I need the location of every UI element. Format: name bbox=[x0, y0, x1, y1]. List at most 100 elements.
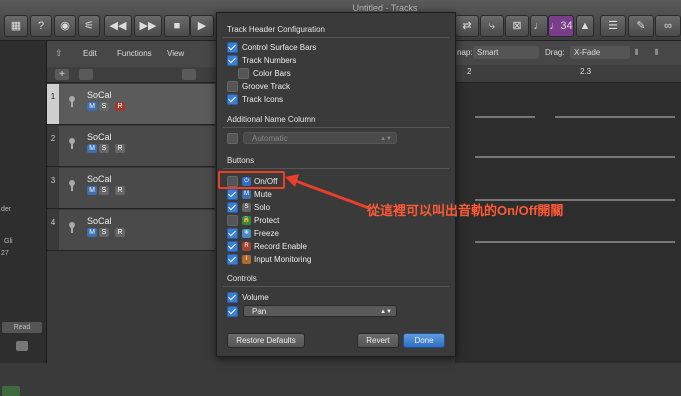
region[interactable] bbox=[475, 156, 675, 158]
loops-button[interactable]: ∞ bbox=[655, 15, 681, 37]
done-button[interactable]: Done bbox=[403, 333, 445, 348]
checkbox[interactable] bbox=[227, 93, 238, 105]
microphone-icon bbox=[65, 220, 79, 234]
divider bbox=[223, 37, 449, 38]
track-number: 4 bbox=[47, 210, 59, 250]
option-solo[interactable]: S Solo bbox=[227, 201, 270, 213]
track-row[interactable]: 1 SoCal M S R bbox=[47, 84, 215, 125]
record-button[interactable]: R bbox=[115, 186, 125, 195]
rewind-button[interactable]: ◀◀ bbox=[104, 15, 132, 37]
option-freeze[interactable]: ❄ Freeze bbox=[227, 227, 279, 239]
microphone-icon bbox=[65, 136, 79, 150]
replace-button[interactable]: ⤷ bbox=[480, 15, 504, 37]
notepad-button[interactable]: ✎ bbox=[628, 15, 654, 37]
play-button[interactable]: ▶ bbox=[190, 15, 214, 37]
region[interactable] bbox=[475, 116, 535, 118]
divider bbox=[223, 127, 449, 128]
track-row[interactable]: 3 SoCal M S R bbox=[47, 168, 215, 209]
zoom-horizontal-icon[interactable]: ⫴ bbox=[655, 48, 658, 58]
forward-button[interactable]: ▶▶ bbox=[134, 15, 162, 37]
section-title: Buttons bbox=[227, 156, 255, 165]
inspector-text: Gli bbox=[4, 238, 13, 245]
option-input-monitoring[interactable]: I Input Monitoring bbox=[227, 253, 311, 265]
tool-button[interactable] bbox=[182, 69, 196, 80]
edit-menu[interactable]: Edit bbox=[81, 47, 99, 60]
cycle-button[interactable]: ⇄ bbox=[455, 15, 479, 37]
checkbox[interactable] bbox=[227, 253, 238, 265]
record-button[interactable]: R bbox=[115, 144, 125, 153]
drag-label: Drag: bbox=[545, 48, 565, 57]
option-record-enable[interactable]: R Record Enable bbox=[227, 240, 307, 252]
checkbox[interactable] bbox=[227, 201, 238, 213]
tuner-button[interactable]: ♩ bbox=[530, 15, 548, 37]
pan-select[interactable]: Pan ▲▼ bbox=[243, 305, 397, 317]
bar-ruler[interactable]: 2 2.3 bbox=[455, 65, 681, 83]
additional-name-select[interactable]: Automatic ▲▼ bbox=[243, 132, 397, 144]
annotation-text: 從這裡可以叫出音軌的On/Off開關 bbox=[367, 203, 564, 218]
stop-button[interactable]: ■ bbox=[164, 15, 190, 37]
up-arrow-icon[interactable]: ⇧ bbox=[55, 48, 65, 58]
option-pan-row bbox=[227, 305, 242, 317]
option-track-icons[interactable]: Track Icons bbox=[227, 93, 283, 105]
checkbox[interactable] bbox=[227, 291, 238, 303]
functions-menu[interactable]: Functions bbox=[115, 47, 154, 60]
list-editor-button[interactable]: ☰ bbox=[600, 15, 626, 37]
checkbox[interactable] bbox=[227, 41, 238, 53]
track-row[interactable]: 2 SoCal M S R bbox=[47, 126, 215, 167]
zoom-vertical-icon[interactable]: ⫴ bbox=[635, 48, 638, 58]
checkbox[interactable] bbox=[227, 305, 238, 317]
option-mute[interactable]: M Mute bbox=[227, 188, 272, 200]
checkbox[interactable] bbox=[227, 80, 238, 92]
solo-button[interactable]: S bbox=[99, 228, 109, 237]
snap-select[interactable]: Smart bbox=[473, 46, 539, 59]
meter-indicator bbox=[2, 386, 20, 396]
ruler-mark: 2.3 bbox=[580, 67, 592, 76]
region[interactable] bbox=[475, 241, 675, 243]
revert-button[interactable]: Revert bbox=[357, 333, 399, 348]
checkbox[interactable] bbox=[227, 214, 238, 226]
checkbox[interactable] bbox=[227, 227, 238, 239]
checkbox[interactable] bbox=[238, 67, 249, 79]
solo-button[interactable]: S bbox=[99, 186, 109, 195]
library-button[interactable]: ▦ bbox=[4, 15, 28, 37]
inspector-text: der bbox=[1, 206, 12, 213]
drag-select[interactable]: X-Fade bbox=[570, 46, 630, 59]
checkbox[interactable] bbox=[227, 188, 238, 200]
mute-button[interactable]: M bbox=[87, 228, 97, 237]
track-stack-button[interactable] bbox=[79, 69, 93, 80]
option-groove-track[interactable]: Groove Track bbox=[227, 80, 290, 92]
metronome-button[interactable]: ▲ bbox=[576, 15, 594, 37]
mute-button[interactable]: M bbox=[87, 186, 97, 195]
view-menu[interactable]: View bbox=[165, 47, 186, 60]
track-number: 1 bbox=[47, 84, 59, 124]
chevron-updown-icon: ▲▼ bbox=[380, 309, 392, 315]
automation-mode-select[interactable]: Read bbox=[2, 322, 42, 333]
mute-button[interactable]: M bbox=[87, 144, 97, 153]
record-button[interactable]: R bbox=[115, 228, 125, 237]
checkbox[interactable] bbox=[227, 54, 238, 66]
region[interactable] bbox=[555, 116, 675, 118]
option-color-bars[interactable]: Color Bars bbox=[238, 67, 291, 79]
track-row[interactable]: 4 SoCal M S R bbox=[47, 210, 215, 251]
add-track-button[interactable]: + bbox=[55, 69, 69, 80]
help-button[interactable]: ? bbox=[30, 15, 52, 37]
autopunch-button[interactable]: ⊠ bbox=[505, 15, 529, 37]
lock-icon: 🔒 bbox=[242, 215, 251, 225]
restore-defaults-button[interactable]: Restore Defaults bbox=[227, 333, 305, 348]
mute-button[interactable]: M bbox=[87, 102, 97, 111]
option-protect[interactable]: 🔒 Protect bbox=[227, 214, 279, 226]
solo-button[interactable]: S bbox=[99, 102, 109, 111]
divider bbox=[223, 286, 449, 287]
option-control-surface-bars[interactable]: Control Surface Bars bbox=[227, 41, 316, 53]
option-volume[interactable]: Volume bbox=[227, 291, 269, 303]
count-in-display[interactable]: ♩34 bbox=[548, 15, 574, 37]
checkbox[interactable] bbox=[227, 240, 238, 252]
mixer-button[interactable]: ⚟ bbox=[78, 15, 100, 37]
solo-button[interactable]: S bbox=[99, 144, 109, 153]
checkbox[interactable] bbox=[227, 132, 238, 144]
option-track-numbers[interactable]: Track Numbers bbox=[227, 54, 296, 66]
smart-controls-button[interactable]: ◉ bbox=[54, 15, 76, 37]
record-button[interactable]: R bbox=[115, 102, 125, 111]
fader-handle[interactable] bbox=[16, 341, 28, 351]
input-monitor-icon: I bbox=[242, 254, 251, 264]
